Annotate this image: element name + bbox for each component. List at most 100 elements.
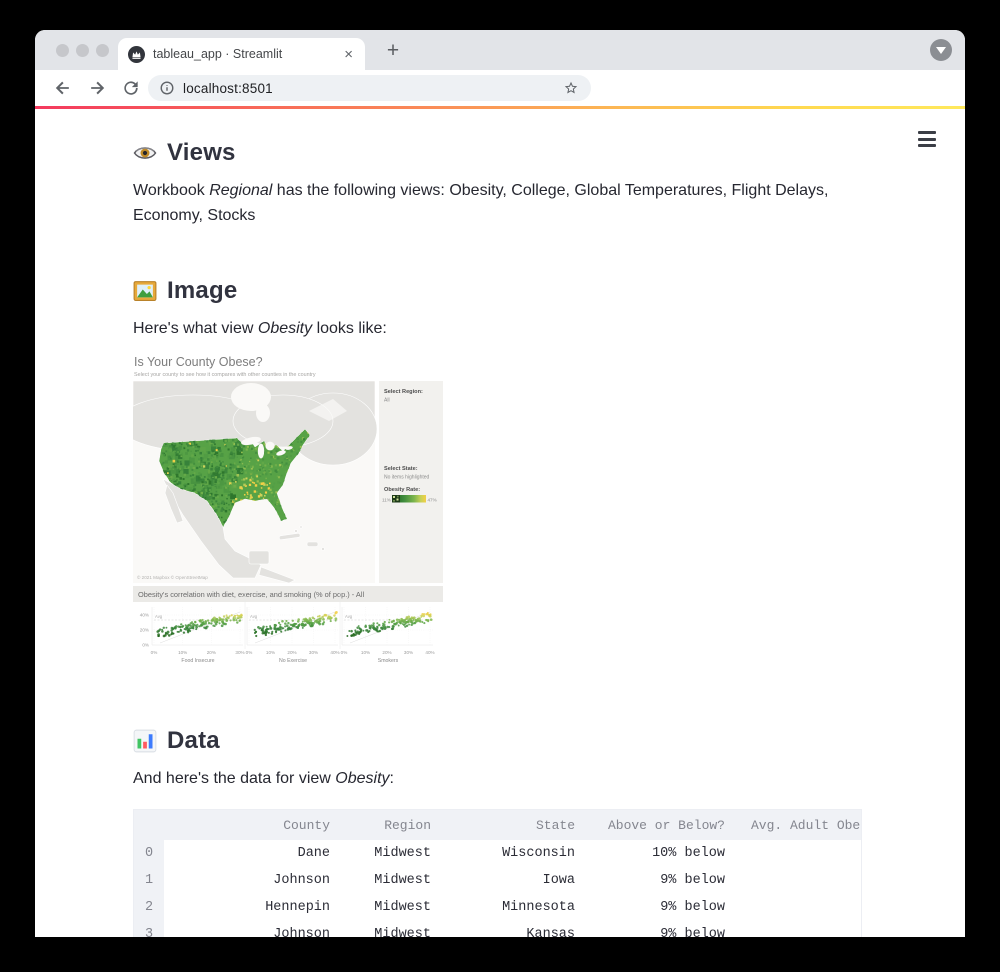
app-menu-button[interactable] <box>918 131 936 151</box>
close-window-button[interactable] <box>56 44 69 57</box>
cell: 9% below <box>660 873 725 888</box>
cell <box>737 921 861 937</box>
address-bar[interactable]: localhost:8501 <box>148 75 591 101</box>
tableau-view-image: Is Your County Obese? Select your county… <box>133 355 443 664</box>
row-index: 2 <box>134 894 164 921</box>
column-header: State <box>443 810 587 840</box>
svg-text:20%: 20% <box>140 628 149 633</box>
legend-min: 11% <box>382 498 391 503</box>
dataframe-table: County Region State Above or Below? Avg. Adu… <box>134 810 861 937</box>
cell <box>737 894 861 921</box>
back-button[interactable] <box>53 78 73 98</box>
column-header: Avg. Adult Obesi <box>737 810 861 840</box>
svg-text:40%: 40% <box>425 650 434 655</box>
cell: Midwest <box>374 873 431 888</box>
views-paragraph: Workbook Regional has the following view… <box>133 182 829 224</box>
cell: Midwest <box>374 846 431 861</box>
browser-tab[interactable]: tableau_app · Streamlit × <box>118 38 365 70</box>
browser-toolbar: localhost:8501 <box>35 70 965 106</box>
cell: Hennepin <box>265 900 330 915</box>
image-caption: Here's what view Obesity looks like: <box>133 320 387 337</box>
tab-strip: tableau_app · Streamlit × + <box>35 30 965 70</box>
svg-text:0%: 0% <box>246 650 253 655</box>
view-name: Obesity <box>335 770 390 787</box>
row-index: 3 <box>134 921 164 937</box>
svg-text:0%: 0% <box>142 643 149 648</box>
downloads-button[interactable] <box>930 39 952 61</box>
cell: 9% below <box>660 927 725 937</box>
view-name: Obesity <box>257 320 313 337</box>
svg-text:20%: 20% <box>382 650 391 655</box>
svg-text:Avg: Avg <box>250 614 258 619</box>
cell: Midwest <box>374 900 431 915</box>
svg-text:Food Insecure: Food Insecure <box>181 658 214 664</box>
svg-text:30%: 30% <box>404 650 413 655</box>
svg-text:40%: 40% <box>140 613 149 618</box>
bookmark-star-icon[interactable] <box>563 80 579 96</box>
svg-text:0%: 0% <box>341 650 348 655</box>
svg-text:30%: 30% <box>235 650 244 655</box>
cell: 9% below <box>660 900 725 915</box>
choropleth-map[interactable] <box>133 380 378 584</box>
svg-text:20%: 20% <box>287 650 296 655</box>
column-header: County <box>164 810 342 840</box>
column-header: Region <box>342 810 443 840</box>
new-tab-button[interactable]: + <box>379 37 407 65</box>
viz-title: Is Your County Obese? <box>134 355 263 369</box>
svg-text:Avg: Avg <box>155 614 163 619</box>
select-state-label: Select State: <box>384 466 418 472</box>
forward-button[interactable] <box>87 78 107 98</box>
select-region-value[interactable]: All <box>384 398 390 404</box>
svg-text:40%: 40% <box>330 650 339 655</box>
strip-title: Obesity's correlation with diet, exercis… <box>138 590 364 599</box>
maximize-window-button[interactable] <box>96 44 109 57</box>
cell <box>737 840 861 867</box>
reload-button[interactable] <box>121 78 141 98</box>
column-header <box>134 810 164 840</box>
app-content: Views Workbook Regional has the followin… <box>35 109 965 937</box>
row-index: 0 <box>134 840 164 867</box>
legend-max: 47% <box>428 498 437 503</box>
cell: Wisconsin <box>502 846 575 861</box>
obesity-rate-legend-label: Obesity Rate: <box>384 487 420 493</box>
table-row: 3 Johnson Midwest Kansas 9% below <box>134 921 861 937</box>
select-region-label: Select Region: <box>384 389 423 395</box>
picture-icon <box>133 281 157 301</box>
cell: Midwest <box>374 927 431 937</box>
tab-title: tableau_app · Streamlit <box>153 47 283 61</box>
data-caption: And here's the data for view Obesity: <box>133 770 394 787</box>
column-header: Above or Below? <box>587 810 737 840</box>
cell: Kansas <box>526 927 575 937</box>
workbook-name: Regional <box>209 182 273 199</box>
image-heading-label: Image <box>167 277 238 304</box>
download-arrow-icon <box>936 47 946 54</box>
svg-text:Avg: Avg <box>345 614 353 619</box>
minimize-window-button[interactable] <box>76 44 89 57</box>
select-state-value[interactable]: No items highlighted <box>384 475 430 481</box>
bar-chart-icon <box>133 729 157 753</box>
streamlit-favicon-icon <box>128 45 145 63</box>
cell: Dane <box>297 846 330 861</box>
table-row: 1 Johnson Midwest Iowa 9% below <box>134 867 861 894</box>
viz-subtitle: Select your county to see how it compare… <box>134 372 316 378</box>
svg-text:No Exercise: No Exercise <box>279 658 307 664</box>
views-heading: Views <box>133 139 236 167</box>
legend-selected-pattern <box>392 495 400 503</box>
image-heading: Image <box>133 277 237 305</box>
tab-close-icon[interactable]: × <box>342 45 355 64</box>
url-text[interactable]: localhost:8501 <box>183 81 563 96</box>
svg-text:10%: 10% <box>266 650 275 655</box>
map-attribution: © 2021 Mapbox © OpenStreetMap <box>137 574 208 580</box>
eye-icon <box>133 147 157 159</box>
data-heading-label: Data <box>167 727 220 754</box>
svg-text:0%: 0% <box>151 650 158 655</box>
svg-text:Smokers: Smokers <box>378 658 399 664</box>
cell: Johnson <box>273 873 330 888</box>
viz-filter-panel: Select Region: All Select State: No item… <box>379 381 443 583</box>
views-heading-label: Views <box>167 139 236 166</box>
browser-window: tableau_app · Streamlit × + localhost:85… <box>35 30 965 937</box>
svg-text:20%: 20% <box>207 650 216 655</box>
cell: Johnson <box>273 927 330 937</box>
site-info-icon[interactable] <box>160 81 174 95</box>
dataframe[interactable]: County Region State Above or Below? Avg. Adu… <box>133 809 862 937</box>
